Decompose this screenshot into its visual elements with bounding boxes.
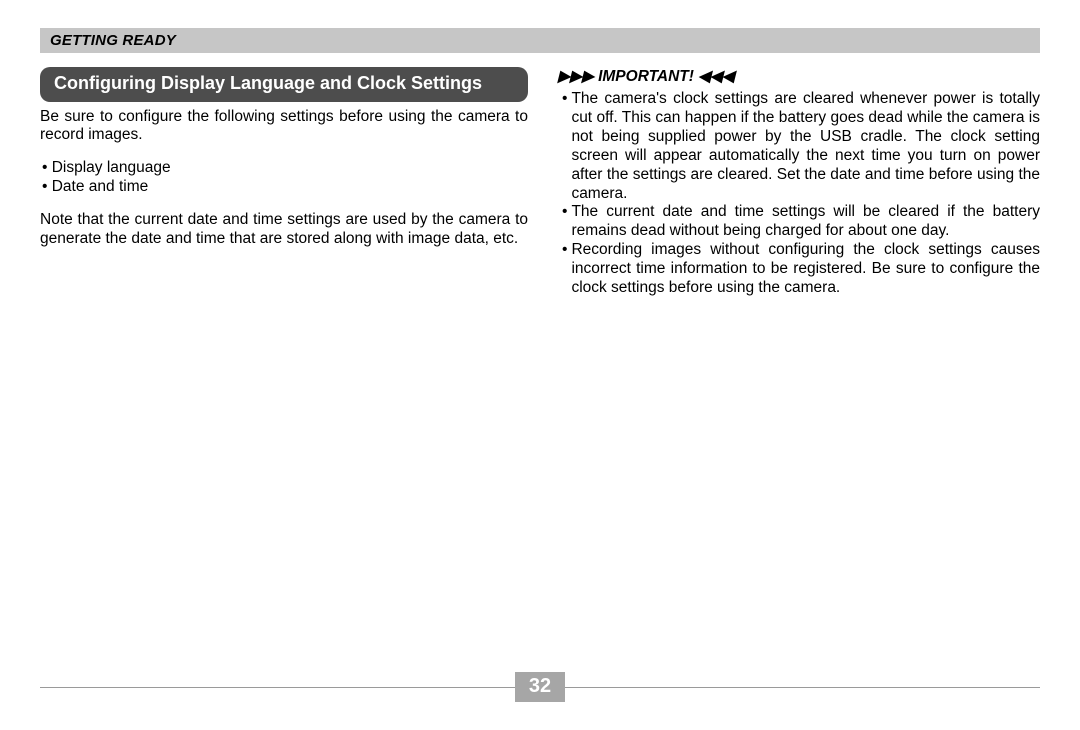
section-heading: Configuring Display Language and Clock S… [40,67,528,102]
list-item-text: Recording images without configuring the… [571,241,1040,298]
list-item: Date and time [42,178,528,197]
list-item: Display language [42,159,528,178]
settings-list: Display language Date and time [40,159,528,197]
list-item: • The current date and time settings wil… [562,203,1040,241]
left-column: Configuring Display Language and Clock S… [40,67,528,298]
chevron-right-icon: ▶▶▶ [558,68,594,85]
chevron-left-icon: ◀◀◀ [698,68,734,85]
content-columns: Configuring Display Language and Clock S… [40,67,1040,298]
intro-paragraph: Be sure to configure the following setti… [40,108,528,146]
right-column: ▶▶▶ IMPORTANT! ◀◀◀ • The camera's clock … [552,67,1040,298]
page-header: GETTING READY [40,28,1040,53]
page-number: 32 [515,672,565,702]
footer-line: 32 [40,672,1040,702]
manual-page: GETTING READY Configuring Display Langua… [0,0,1080,730]
list-item: • Recording images without configuring t… [562,241,1040,298]
important-list: • The camera's clock settings are cleare… [552,90,1040,298]
page-footer: 32 [40,672,1040,702]
bullet-icon: • [562,241,571,298]
bullet-icon: • [562,90,571,203]
footer-rule-left [40,687,515,688]
list-item-text: The current date and time settings will … [571,203,1040,241]
note-paragraph: Note that the current date and time sett… [40,211,528,249]
important-heading: ▶▶▶ IMPORTANT! ◀◀◀ [552,67,1040,86]
list-item-text: The camera's clock settings are cleared … [571,90,1040,203]
bullet-icon: • [562,203,571,241]
footer-rule-right [565,687,1040,688]
list-item: • The camera's clock settings are cleare… [562,90,1040,203]
important-label: IMPORTANT! [598,68,694,85]
